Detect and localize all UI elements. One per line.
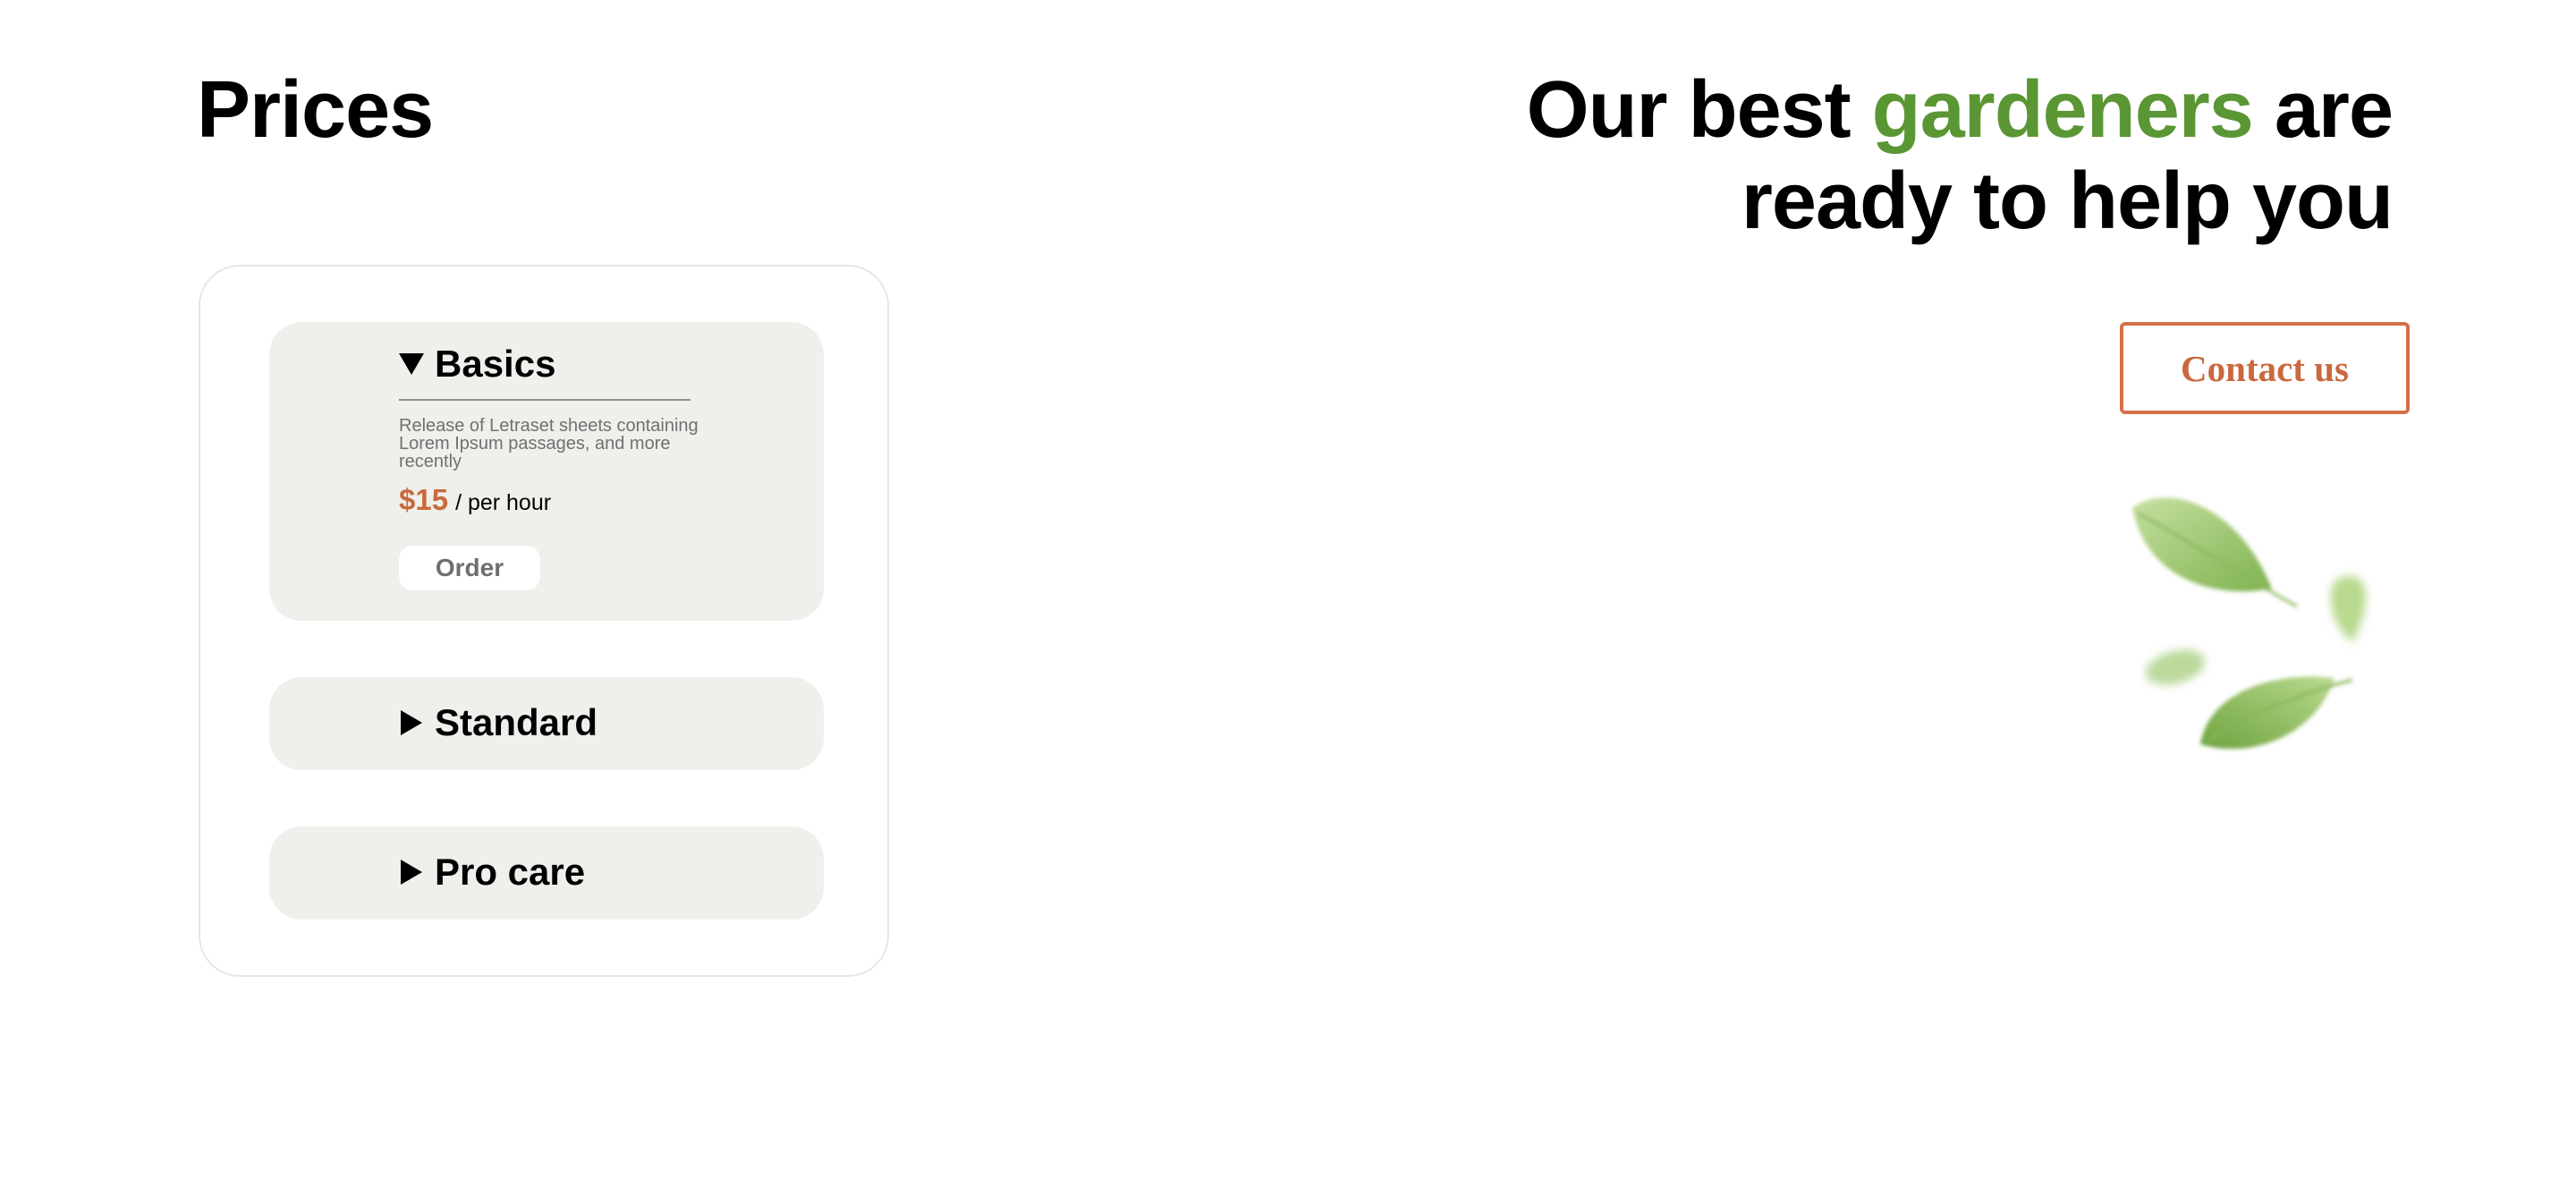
plan-basics: Basics Release of Letraset sheets contai… — [269, 322, 824, 621]
hero-heading: Our best gardeners are ready to help you — [1526, 64, 2394, 247]
contact-us-button[interactable]: Contact us — [2120, 322, 2410, 414]
plan-name: Pro care — [435, 851, 586, 893]
prices-title: Prices — [197, 65, 434, 155]
leaves-illustration — [2132, 497, 2366, 750]
plan-name: Standard — [435, 701, 598, 743]
leaf-icon — [2145, 649, 2206, 685]
leaf-icon — [2330, 575, 2366, 642]
hero-heading-part2: are — [2252, 65, 2394, 155]
triangle-down-icon — [399, 353, 424, 376]
leaf-icon — [2132, 497, 2298, 608]
prices-card: Basics Release of Letraset sheets contai… — [199, 265, 889, 977]
plan-standard: Standard — [269, 677, 824, 770]
triangle-right-icon — [401, 710, 422, 736]
hero-heading-accent: gardeners — [1871, 65, 2254, 155]
plan-pro-care-toggle[interactable]: Pro care — [399, 850, 585, 895]
price-amount: $15 — [399, 483, 449, 516]
price-unit: / per hour — [455, 490, 552, 515]
page: Prices Basics Release of Letraset sheets… — [0, 0, 2576, 1204]
hero-heading-line2: ready to help you — [1741, 157, 2394, 246]
plan-basics-toggle[interactable]: Basics — [399, 342, 555, 386]
order-button[interactable]: Order — [399, 546, 540, 590]
triangle-right-icon — [401, 860, 422, 886]
leaf-icon — [2200, 676, 2353, 750]
plan-description: Release of Letraset sheets containing Lo… — [399, 416, 699, 471]
plan-divider — [399, 399, 691, 401]
plan-standard-toggle[interactable]: Standard — [399, 700, 597, 745]
plan-pro-care: Pro care — [269, 827, 824, 920]
plan-price: $15 / per hour — [399, 483, 551, 517]
hero-heading-part1: Our best — [1526, 65, 1872, 155]
plan-name: Basics — [435, 343, 556, 385]
